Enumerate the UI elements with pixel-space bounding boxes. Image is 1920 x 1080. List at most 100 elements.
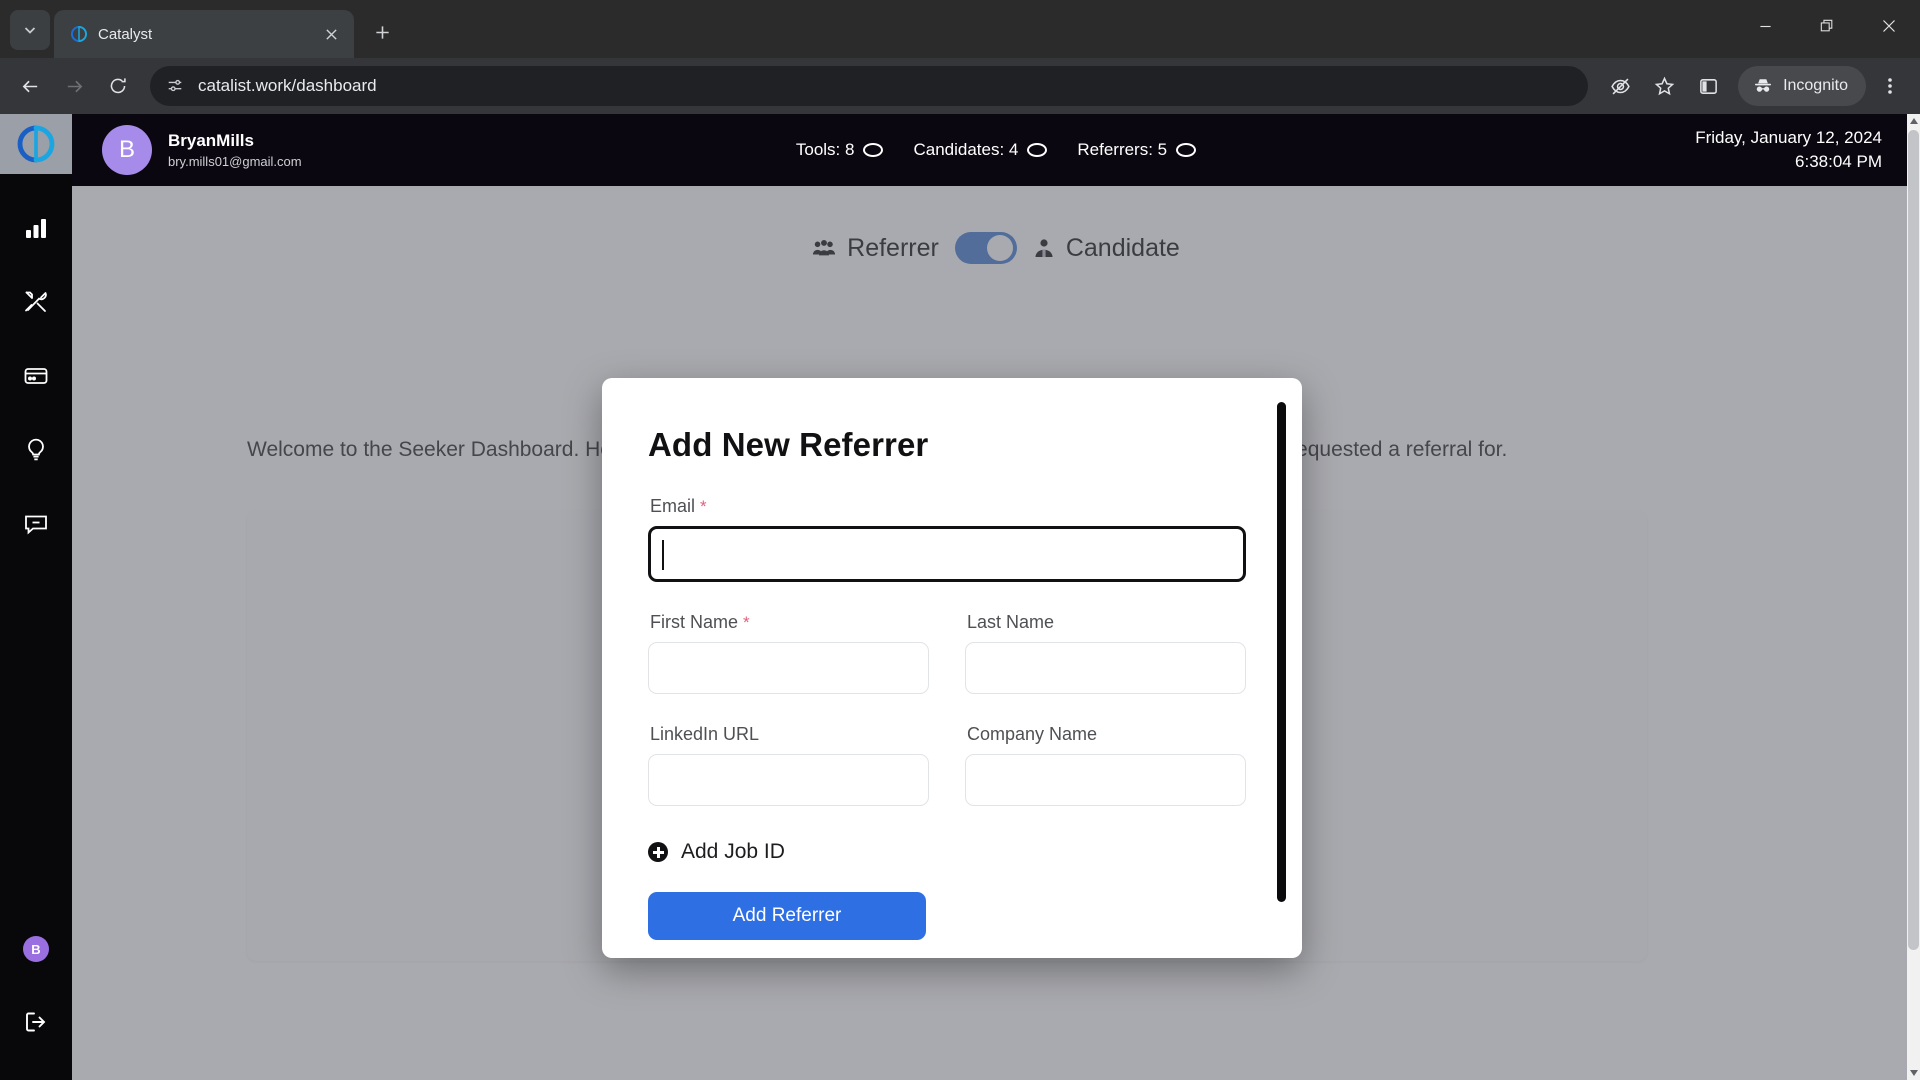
first-name-input[interactable] [648,642,929,694]
side-panel-icon[interactable] [1688,66,1728,106]
name-row: First Name * Last Name [648,612,1246,694]
last-name-label: Last Name [967,612,1246,633]
coin-icon [863,143,884,157]
modal-scrollbar[interactable] [1277,402,1286,902]
company-name-label-text: Company Name [967,724,1098,744]
catalyst-logo-icon [70,25,88,43]
stat-tools[interactable]: Tools: 8 [796,140,884,160]
first-name-label: First Name * [650,612,929,633]
required-marker: * [743,613,750,632]
email-label: Email * [650,496,1246,517]
linkedin-url-input[interactable] [648,754,929,806]
linkedin-company-row: LinkedIn URL Company Name [648,724,1246,806]
bar-chart-icon [23,215,49,246]
window-controls [1734,0,1920,52]
message-icon [23,511,49,542]
incognito-label: Incognito [1783,77,1848,94]
tune-icon[interactable] [166,77,184,95]
sidebar-item-analytics[interactable] [14,210,58,250]
header-clock: Friday, January 12, 2024 6:38:04 PM [1695,114,1882,186]
app-body: Referrer Candidate [72,186,1920,1080]
minimize-icon[interactable] [1734,0,1796,52]
sidebar-item-messages[interactable] [14,506,58,546]
browser-tab[interactable]: Catalyst [54,10,354,58]
sidebar-item-tools[interactable] [14,284,58,324]
stat-candidates-label: Candidates: 4 [913,140,1019,159]
app-content: B BryanMills bry.mills01@gmail.com Tools… [72,114,1920,1080]
coin-icon [1176,143,1197,157]
header-profile[interactable]: B BryanMills bry.mills01@gmail.com [102,125,302,175]
add-job-id-label: Add Job ID [681,840,785,863]
browser-toolbar: catalist.work/dashboard Incognito [0,58,1920,114]
lightbulb-icon [23,437,49,468]
clock-time: 6:38:04 PM [1795,152,1882,171]
profile-name: BryanMills [168,130,254,150]
linkedin-url-label-text: LinkedIn URL [650,724,760,744]
required-marker: * [700,497,707,516]
logout-icon [23,1009,49,1040]
first-name-label-text: First Name [650,612,739,632]
email-input[interactable] [648,526,1246,582]
arrow-left-icon[interactable] [10,66,50,106]
page-viewport: B B BryanMills bry.mills01@gmail.com Too… [0,114,1920,1080]
sidebar-item-billing[interactable] [14,358,58,398]
address-bar[interactable]: catalist.work/dashboard [150,66,1589,106]
add-referrer-submit-button[interactable]: Add Referrer [648,892,926,940]
logout-button[interactable] [14,1004,58,1044]
stat-referrers-label: Referrers: 5 [1077,140,1168,159]
plus-circle-icon [648,842,668,862]
tools-icon [23,289,49,320]
restore-icon[interactable] [1796,0,1858,52]
last-name-input[interactable] [965,642,1246,694]
add-job-id-button[interactable]: Add Job ID [648,840,1246,864]
last-name-label-text: Last Name [967,612,1055,632]
address-bar-url: catalist.work/dashboard [198,76,377,95]
stat-candidates[interactable]: Candidates: 4 [913,140,1048,160]
linkedin-url-field-group: LinkedIn URL [648,724,929,806]
new-tab-button[interactable] [364,14,400,50]
rail-avatar[interactable]: B [23,936,49,962]
coin-icon [1027,143,1048,157]
app-side-rail: B [0,114,72,1080]
incognito-spy-icon [1752,75,1774,97]
app-header: B BryanMills bry.mills01@gmail.com Tools… [72,114,1920,186]
rail-item-list [14,210,58,546]
three-dot-menu-icon[interactable] [1870,66,1910,106]
tab-strip: Catalyst [0,0,1920,58]
avatar: B [102,125,152,175]
email-field-group: Email * [648,496,1246,582]
company-name-input[interactable] [965,754,1246,806]
clock-date: Friday, January 12, 2024 [1695,128,1882,148]
tab-search-button[interactable] [10,10,50,50]
header-stats: Tools: 8 Candidates: 4 Referrers: 5 [72,114,1920,186]
page-scrollbar[interactable] [1907,114,1920,1080]
star-icon[interactable] [1644,66,1684,106]
modal-title: Add New Referrer [648,426,929,463]
profile-email: bry.mills01@gmail.com [168,153,302,169]
text-caret [662,540,664,570]
company-name-label: Company Name [967,724,1246,745]
incognito-badge[interactable]: Incognito [1738,66,1866,106]
add-new-referrer-modal: Add New Referrer Email * First Name * La… [602,378,1302,958]
eye-off-icon[interactable] [1600,66,1640,106]
sidebar-item-insights[interactable] [14,432,58,472]
last-name-field-group: Last Name [965,612,1246,694]
tab-title: Catalyst [98,25,153,43]
page-scrollbar-thumb[interactable] [1908,130,1919,950]
linkedin-url-label: LinkedIn URL [650,724,929,745]
browser-window: Catalyst catalist.work/dashboard Incogni… [0,0,1920,1080]
close-icon[interactable] [1858,0,1920,52]
arrow-right-icon[interactable] [54,66,94,106]
email-label-text: Email [650,496,696,516]
scroll-up-arrow-icon[interactable] [1907,114,1920,128]
catalyst-logo-icon[interactable] [0,114,72,174]
stat-referrers[interactable]: Referrers: 5 [1077,140,1197,160]
credit-card-icon [23,363,49,394]
company-name-field-group: Company Name [965,724,1246,806]
scroll-down-arrow-icon[interactable] [1907,1066,1920,1080]
close-icon[interactable] [318,21,344,47]
stat-tools-label: Tools: 8 [795,140,855,159]
first-name-field-group: First Name * [648,612,929,694]
reload-icon[interactable] [98,66,138,106]
rail-bottom: B [14,936,58,1044]
